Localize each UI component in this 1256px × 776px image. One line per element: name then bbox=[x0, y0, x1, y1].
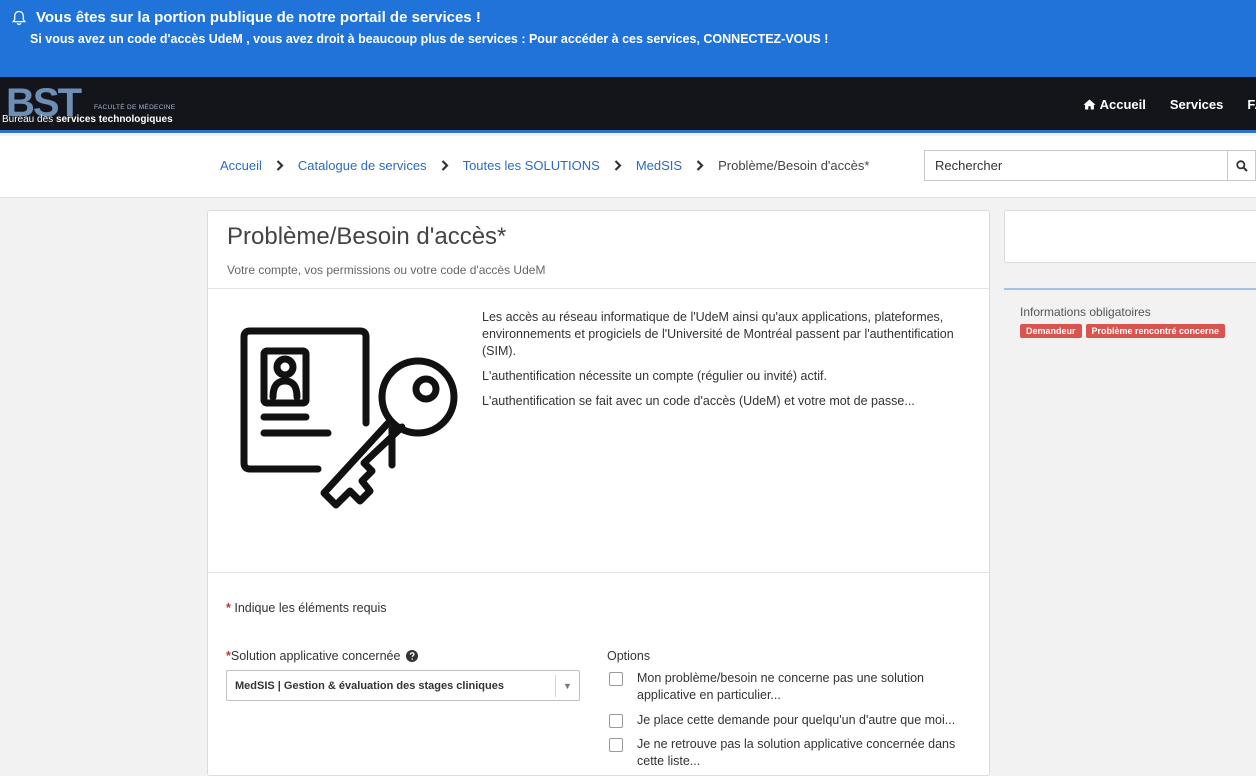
description-text: Les accès au réseau informatique de l'Ud… bbox=[482, 309, 972, 418]
help-icon[interactable] bbox=[406, 650, 419, 662]
search-button[interactable] bbox=[1227, 151, 1255, 180]
page-subtitle: Votre compte, vos permissions ou votre c… bbox=[227, 263, 546, 277]
chevron-right-icon bbox=[614, 160, 622, 171]
required-star: * bbox=[226, 601, 231, 615]
logo-bureau: Bureau des services technologiques bbox=[2, 114, 173, 125]
search-icon bbox=[1235, 159, 1248, 172]
option-label: Je ne retrouve pas la solution applicati… bbox=[637, 737, 956, 768]
options-title: Options bbox=[607, 649, 651, 663]
option-label: Je place cette demande pour quelqu'un d'… bbox=[637, 713, 956, 727]
card-header: Problème/Besoin d'accès* Votre compte, v… bbox=[208, 211, 989, 289]
nav-services[interactable]: Services bbox=[1170, 97, 1224, 112]
option-label: Mon problème/besoin ne concerne pas une … bbox=[637, 671, 924, 702]
breadcrumb-medsis[interactable]: MedSIS bbox=[636, 158, 682, 173]
request-form: * Indique les éléments requis *Solution … bbox=[208, 573, 989, 768]
page-title: Problème/Besoin d'accès* bbox=[227, 223, 507, 250]
required-info-title: Informations obligatoires bbox=[1020, 305, 1151, 319]
badge-demandeur: Demandeur bbox=[1020, 324, 1082, 338]
sidebar-panel bbox=[1004, 210, 1256, 263]
solution-select[interactable]: MedSIS | Gestion & évaluation des stages… bbox=[226, 670, 580, 701]
option-someone-else[interactable]: Je place cette demande pour quelqu'un d'… bbox=[609, 712, 969, 729]
option-checkbox[interactable] bbox=[609, 672, 623, 686]
chevron-right-icon bbox=[696, 160, 704, 171]
breadcrumb-accueil[interactable]: Accueil bbox=[220, 158, 262, 173]
site-header: BST FACULTÉ DE MÉDECINE Bureau des servi… bbox=[0, 77, 1256, 133]
chevron-down-icon[interactable]: ▼ bbox=[555, 675, 579, 697]
banner-subtitle[interactable]: Si vous avez un code d'accès UdeM , vous… bbox=[12, 32, 1244, 46]
description-paragraph: Les accès au réseau informatique de l'Ud… bbox=[482, 310, 954, 358]
required-badges: Demandeur Problème rencontré concerne bbox=[1020, 324, 1226, 338]
search-box bbox=[924, 150, 1256, 181]
nav-faq[interactable]: FA bbox=[1247, 97, 1256, 112]
chevron-right-icon bbox=[441, 160, 449, 171]
chevron-right-icon bbox=[276, 160, 284, 171]
option-checkbox[interactable] bbox=[609, 738, 623, 752]
solution-value: MedSIS | Gestion & évaluation des stages… bbox=[235, 680, 504, 692]
description-paragraph: L'authentification se fait avec un code … bbox=[482, 394, 915, 408]
bell-icon bbox=[12, 10, 26, 25]
option-checkbox[interactable] bbox=[609, 714, 623, 728]
option-no-solution[interactable]: Mon problème/besoin ne concerne pas une … bbox=[609, 670, 969, 704]
breadcrumb-catalogue[interactable]: Catalogue de services bbox=[298, 158, 427, 173]
top-nav: Accueil Services FA bbox=[1083, 97, 1256, 112]
breadcrumb-solutions[interactable]: Toutes les SOLUTIONS bbox=[463, 158, 600, 173]
description-paragraph: L'authentification nécessite un compte (… bbox=[482, 369, 827, 383]
search-input[interactable] bbox=[925, 151, 1227, 180]
id-card-key-icon bbox=[240, 327, 458, 509]
service-card: Problème/Besoin d'accès* Votre compte, v… bbox=[207, 210, 990, 776]
breadcrumb-current: Problème/Besoin d'accès* bbox=[718, 158, 870, 173]
home-icon bbox=[1083, 99, 1096, 110]
solution-label: *Solution applicative concernée bbox=[226, 649, 419, 663]
required-note: * Indique les éléments requis bbox=[226, 601, 387, 615]
card-description: Les accès au réseau informatique de l'Ud… bbox=[208, 289, 989, 573]
nav-home[interactable]: Accueil bbox=[1083, 97, 1146, 112]
banner-title: Vous êtes sur la portion publique de not… bbox=[36, 9, 481, 26]
breadcrumb-bar: Accueil Catalogue de services Toutes les… bbox=[0, 136, 1256, 198]
option-not-found[interactable]: Je ne retrouve pas la solution applicati… bbox=[609, 736, 969, 770]
breadcrumb: Accueil Catalogue de services Toutes les… bbox=[220, 158, 869, 173]
bst-logo[interactable]: BST FACULTÉ DE MÉDECINE Bureau des servi… bbox=[0, 83, 200, 127]
logo-faculty: FACULTÉ DE MÉDECINE bbox=[94, 104, 176, 111]
badge-probleme: Problème rencontré concerne bbox=[1085, 324, 1226, 338]
sidebar-divider bbox=[1004, 288, 1256, 290]
announcement-banner: Vous êtes sur la portion publique de not… bbox=[0, 0, 1256, 77]
